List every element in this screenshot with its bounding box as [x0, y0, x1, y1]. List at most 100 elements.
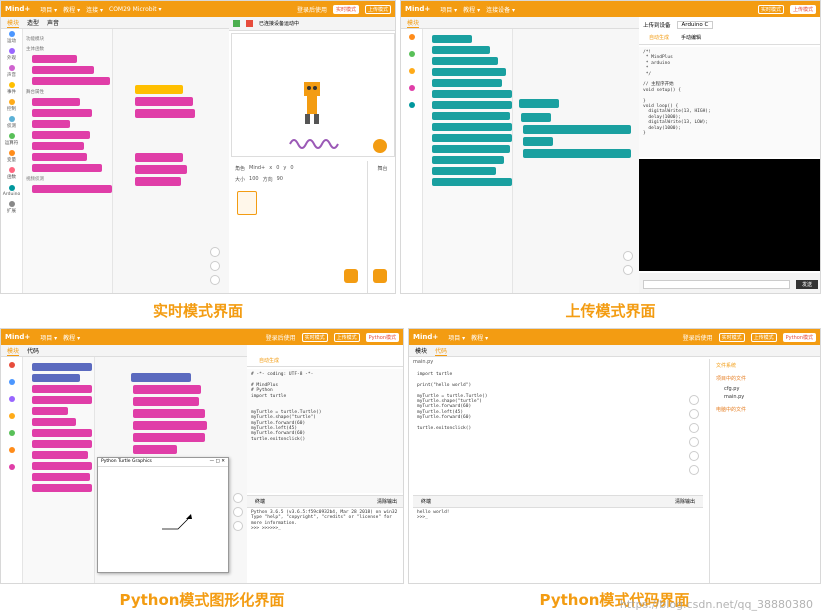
block[interactable] — [432, 156, 504, 164]
project-files-header[interactable]: 项目中的文件 — [716, 375, 816, 382]
category-operators[interactable]: 运算符 — [1, 131, 22, 148]
category-item[interactable] — [1, 391, 22, 408]
add-sprite-button[interactable] — [344, 269, 358, 283]
tab-blocks[interactable]: 模块 — [407, 18, 420, 28]
workspace-block[interactable] — [521, 113, 551, 122]
block[interactable] — [32, 98, 80, 106]
category-motion[interactable]: 运动 — [1, 29, 22, 46]
clear-output-button[interactable]: 清除输出 — [675, 498, 695, 505]
menu-project[interactable]: 项目 ▾ — [440, 5, 457, 14]
realtime-mode-button[interactable]: 实时模式 — [301, 332, 328, 342]
menu-tutorial[interactable]: 教程 ▾ — [463, 5, 480, 14]
workspace-block[interactable] — [135, 153, 183, 162]
login-link[interactable]: 登录后使用 — [266, 333, 296, 342]
file-item[interactable]: cfg.py — [716, 386, 816, 392]
workspace-block[interactable] — [523, 125, 631, 134]
tab-blocks[interactable]: 模块 — [415, 346, 427, 355]
undo-icon[interactable] — [689, 395, 699, 405]
upload-mode-button[interactable]: 上传模式 — [364, 4, 391, 14]
workspace-block[interactable] — [133, 421, 207, 430]
block[interactable] — [432, 101, 512, 109]
category-item[interactable] — [401, 80, 422, 97]
terminal-output[interactable]: hello world! >>>_ — [413, 507, 703, 583]
block[interactable] — [32, 55, 77, 63]
upload-button[interactable]: 上传到设备 — [643, 21, 671, 29]
category-item[interactable] — [1, 442, 22, 459]
block[interactable] — [432, 112, 510, 120]
workspace-block[interactable] — [131, 373, 191, 382]
zoom-in-icon[interactable] — [210, 247, 220, 257]
block[interactable] — [432, 145, 510, 153]
category-item[interactable] — [401, 63, 422, 80]
device-select[interactable]: Arduino C — [676, 21, 714, 29]
zoom-out-icon[interactable] — [623, 265, 633, 275]
menu-project[interactable]: 项目 ▾ — [40, 5, 57, 14]
login-link[interactable]: 登录后使用 — [683, 333, 713, 342]
block[interactable] — [432, 134, 512, 142]
turtle-window[interactable]: Python Turtle Graphics — □ ✕ — [97, 457, 229, 573]
redo-icon[interactable] — [689, 409, 699, 419]
block[interactable] — [32, 164, 102, 172]
block[interactable] — [32, 77, 110, 85]
tab-auto-generate[interactable]: 自动生成 — [247, 357, 403, 367]
stage-canvas[interactable] — [231, 33, 395, 157]
realtime-mode-button[interactable]: 实时模式 — [332, 4, 359, 14]
workspace-block[interactable] — [135, 97, 193, 106]
block[interactable] — [32, 153, 87, 161]
tab-code[interactable]: 代码 — [435, 346, 448, 356]
menu-tutorial[interactable]: 教程 ▾ — [63, 333, 80, 342]
upload-mode-button[interactable]: 上传模式 — [333, 332, 360, 342]
block[interactable] — [32, 109, 92, 117]
workspace-block[interactable] — [135, 177, 181, 186]
zoom-in-icon[interactable] — [233, 493, 243, 503]
zoom-in-icon[interactable] — [623, 251, 633, 261]
category-item[interactable] — [1, 459, 22, 476]
zoom-reset-icon[interactable] — [210, 275, 220, 285]
workspace-block[interactable] — [523, 137, 553, 146]
terminal-output[interactable]: Python 3.6.5 (v3.6.5:f59c0932b4, Mar 28 … — [247, 507, 403, 583]
workspace-block[interactable] — [135, 109, 195, 118]
block[interactable] — [432, 79, 502, 87]
menu-tutorial[interactable]: 教程 ▾ — [471, 333, 488, 342]
send-button[interactable]: 发送 — [795, 279, 818, 289]
menu-project[interactable]: 项目 ▾ — [40, 333, 57, 342]
font-decrease-icon[interactable] — [689, 451, 699, 461]
sprite-thumbnail[interactable] — [237, 191, 257, 215]
workspace-block[interactable] — [519, 99, 559, 108]
block[interactable] — [32, 185, 112, 193]
green-flag-icon[interactable] — [233, 20, 240, 27]
menu-connect[interactable]: 连接 ▾ — [86, 5, 103, 14]
tab-code[interactable]: 代码 — [27, 346, 39, 355]
category-sensing[interactable]: 侦测 — [1, 114, 22, 131]
realtime-mode-button[interactable]: 实时模式 — [718, 332, 745, 342]
tab-auto-generate[interactable]: 自动生成 — [649, 34, 669, 44]
block[interactable] — [32, 451, 88, 459]
block[interactable] — [432, 57, 498, 65]
block[interactable] — [432, 178, 512, 186]
python-mode-button[interactable]: Python模式 — [365, 332, 399, 342]
login-link[interactable]: 登录后使用 — [297, 5, 327, 14]
file-tab[interactable]: main.py — [413, 359, 433, 365]
zoom-out-icon[interactable] — [233, 507, 243, 517]
workspace-block[interactable] — [133, 433, 205, 442]
category-functions[interactable]: 函数 — [1, 165, 22, 182]
block[interactable] — [32, 418, 76, 426]
block[interactable] — [32, 66, 94, 74]
block[interactable] — [32, 374, 80, 382]
category-item[interactable] — [1, 357, 22, 374]
workspace-block[interactable] — [135, 165, 187, 174]
block[interactable] — [432, 68, 506, 76]
serial-input[interactable] — [643, 279, 790, 289]
block[interactable] — [32, 385, 92, 393]
script-workspace[interactable] — [513, 29, 639, 293]
workspace-block[interactable] — [135, 85, 183, 94]
category-item[interactable] — [401, 29, 422, 46]
tab-blocks[interactable]: 模块 — [7, 18, 20, 28]
file-item[interactable]: main.py — [716, 394, 816, 400]
zoom-out-icon[interactable] — [210, 261, 220, 271]
category-variables[interactable]: 变量 — [1, 148, 22, 165]
upload-mode-button[interactable]: 上传模式 — [750, 332, 777, 342]
font-increase-icon[interactable] — [689, 437, 699, 447]
category-control[interactable]: 控制 — [1, 97, 22, 114]
block[interactable] — [32, 407, 68, 415]
